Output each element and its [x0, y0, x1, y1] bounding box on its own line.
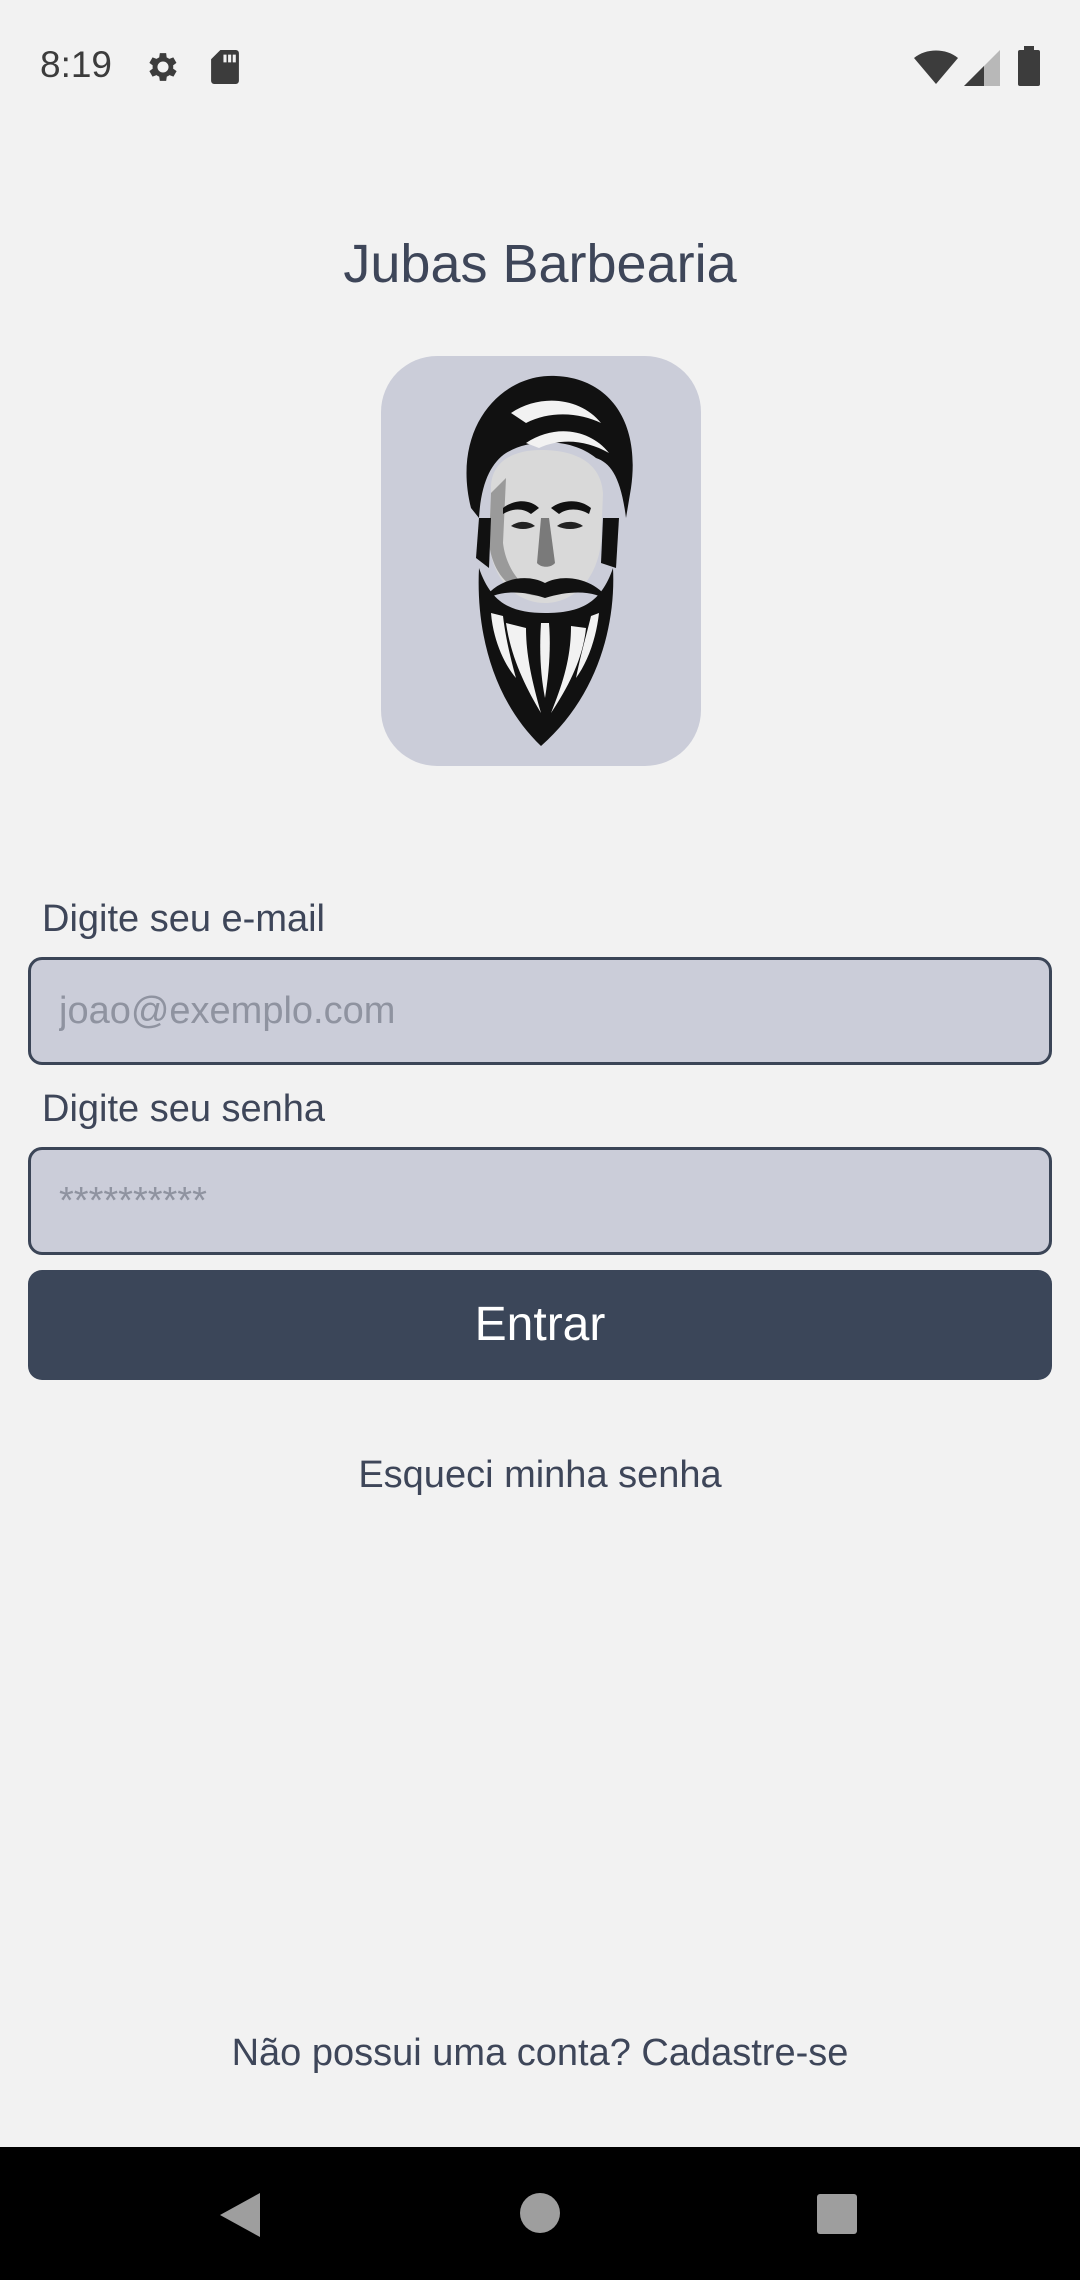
email-label: Digite seu e-mail [42, 898, 325, 940]
password-label: Digite seu senha [42, 1088, 326, 1130]
status-time: 8:19 [40, 44, 113, 85]
login-button[interactable]: Entrar [28, 1270, 1052, 1380]
sd-card-icon [211, 50, 239, 84]
recents-icon[interactable] [815, 2192, 859, 2236]
forgot-password-link[interactable]: Esqueci minha senha [0, 1456, 1080, 1494]
bearded-man-logo [466, 375, 633, 746]
email-field[interactable] [28, 957, 1052, 1065]
signup-link[interactable]: Não possui uma conta? Cadastre-se [0, 2034, 1080, 2072]
battery-icon [1018, 46, 1040, 86]
status-bar: 8:19 [0, 0, 1080, 134]
app-logo [381, 356, 701, 766]
gear-icon [149, 53, 177, 81]
wifi-icon [914, 50, 958, 84]
app-title: Jubas Barbearia [343, 234, 737, 294]
home-icon[interactable] [518, 2191, 562, 2235]
password-field[interactable] [28, 1147, 1052, 1255]
back-icon[interactable] [218, 2191, 262, 2239]
navigation-bar [0, 2147, 1080, 2280]
signal-icon [964, 50, 1000, 86]
